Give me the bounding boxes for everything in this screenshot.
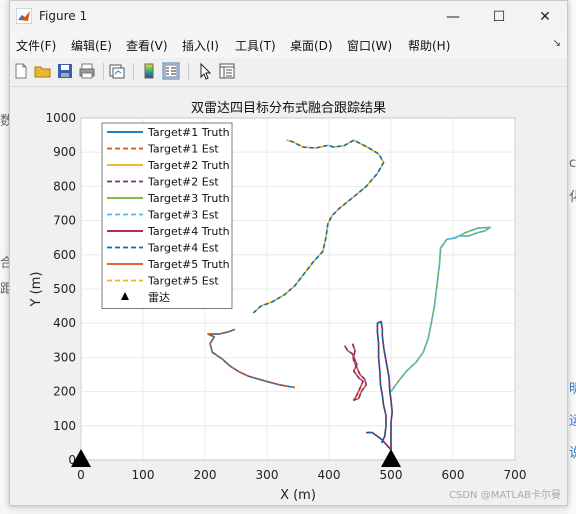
legend-entry-label: Target#4 Truth <box>147 225 230 238</box>
legend-entry-label: 雷达 <box>148 291 170 304</box>
background-link: 运 <box>569 414 576 429</box>
y-tick-label: 900 <box>53 145 76 159</box>
x-tick-label: 500 <box>380 468 403 482</box>
legend-entry-label: Target#2 Truth <box>147 159 230 172</box>
y-tick-label: 800 <box>53 179 76 193</box>
background-link: 说 <box>569 446 576 461</box>
x-tick-label: 600 <box>442 468 465 482</box>
background-app-right <box>568 0 576 514</box>
y-tick-label: 300 <box>53 350 76 364</box>
background-text: c <box>569 156 576 171</box>
x-tick-label: 0 <box>77 468 85 482</box>
legend-entry-label: Target#5 Truth <box>147 258 230 271</box>
y-tick-label: 600 <box>53 248 76 262</box>
legend-entry-label: Target#4 Est <box>147 242 219 255</box>
x-tick-label: 200 <box>194 468 217 482</box>
y-tick-label: 500 <box>53 282 76 296</box>
x-tick-label: 100 <box>132 468 155 482</box>
x-tick-label: 400 <box>318 468 341 482</box>
background-text: 化 <box>569 190 576 205</box>
y-tick-label: 100 <box>53 419 76 433</box>
legend-entry-label: Target#2 Est <box>147 176 219 189</box>
legend-entry-label: Target#3 Truth <box>147 192 230 205</box>
x-tick-label: 300 <box>256 468 279 482</box>
watermark: CSDN @MATLAB卡尔曼 <box>449 490 561 501</box>
y-tick-label: 200 <box>53 385 76 399</box>
legend[interactable]: Target#1 Truth Target#1 Est Target#2 Truth… <box>101 122 233 309</box>
y-tick-label: 700 <box>53 214 76 228</box>
figure-window: Figure 1 — ☐ ✕ 文件(F) 编辑(E) 查看(V) 插入(I) 工… <box>9 0 568 506</box>
legend-entry-label: Target#3 Est <box>147 209 219 222</box>
x-tick-label: 700 <box>504 468 527 482</box>
legend-entry-label: Target#5 Est <box>147 275 219 288</box>
y-axis-label: Y (m) <box>29 272 44 308</box>
y-tick-label: 1000 <box>45 111 76 125</box>
plot-area[interactable]: 0 100 200 300 400 500 600 700010020030040050060… <box>10 1 567 505</box>
background-link: 明 <box>569 382 576 397</box>
legend-entry-label: Target#1 Est <box>147 143 219 156</box>
x-axis-label: X (m) <box>280 488 316 503</box>
legend-entry-label: Target#1 Truth <box>147 126 230 139</box>
y-tick-label: 400 <box>53 316 76 330</box>
